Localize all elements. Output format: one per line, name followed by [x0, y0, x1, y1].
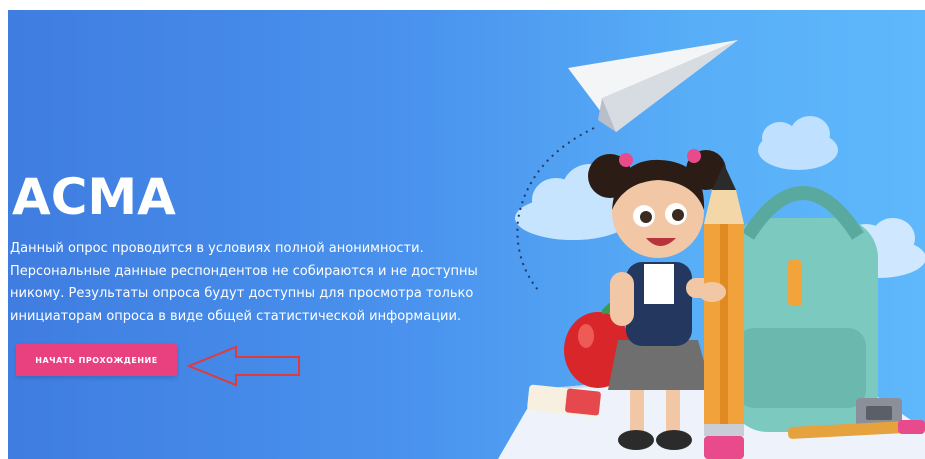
start-survey-button[interactable]: НАЧАТЬ ПРОХОЖДЕНИЕ — [16, 344, 177, 376]
description-line: никому. Результаты опроса будут доступны… — [10, 286, 474, 301]
red-arrow-annotation-icon — [186, 345, 300, 387]
description-line: инициаторам опроса в виде общей статисти… — [10, 308, 462, 324]
school-illustration — [498, 40, 925, 459]
survey-description: Данный опрос проводится в условиях полно… — [10, 238, 490, 328]
page-title: ACMA — [12, 168, 176, 226]
cloud-icon — [758, 116, 838, 170]
description-line: Данный опрос проводится в условиях полно… — [10, 241, 424, 256]
backpack-icon — [728, 186, 878, 432]
description-line: Персональные данные респондентов не соби… — [10, 263, 478, 279]
paper-plane-icon — [568, 40, 738, 132]
hero-banner: ACMA Данный опрос проводится в условиях … — [8, 10, 925, 459]
